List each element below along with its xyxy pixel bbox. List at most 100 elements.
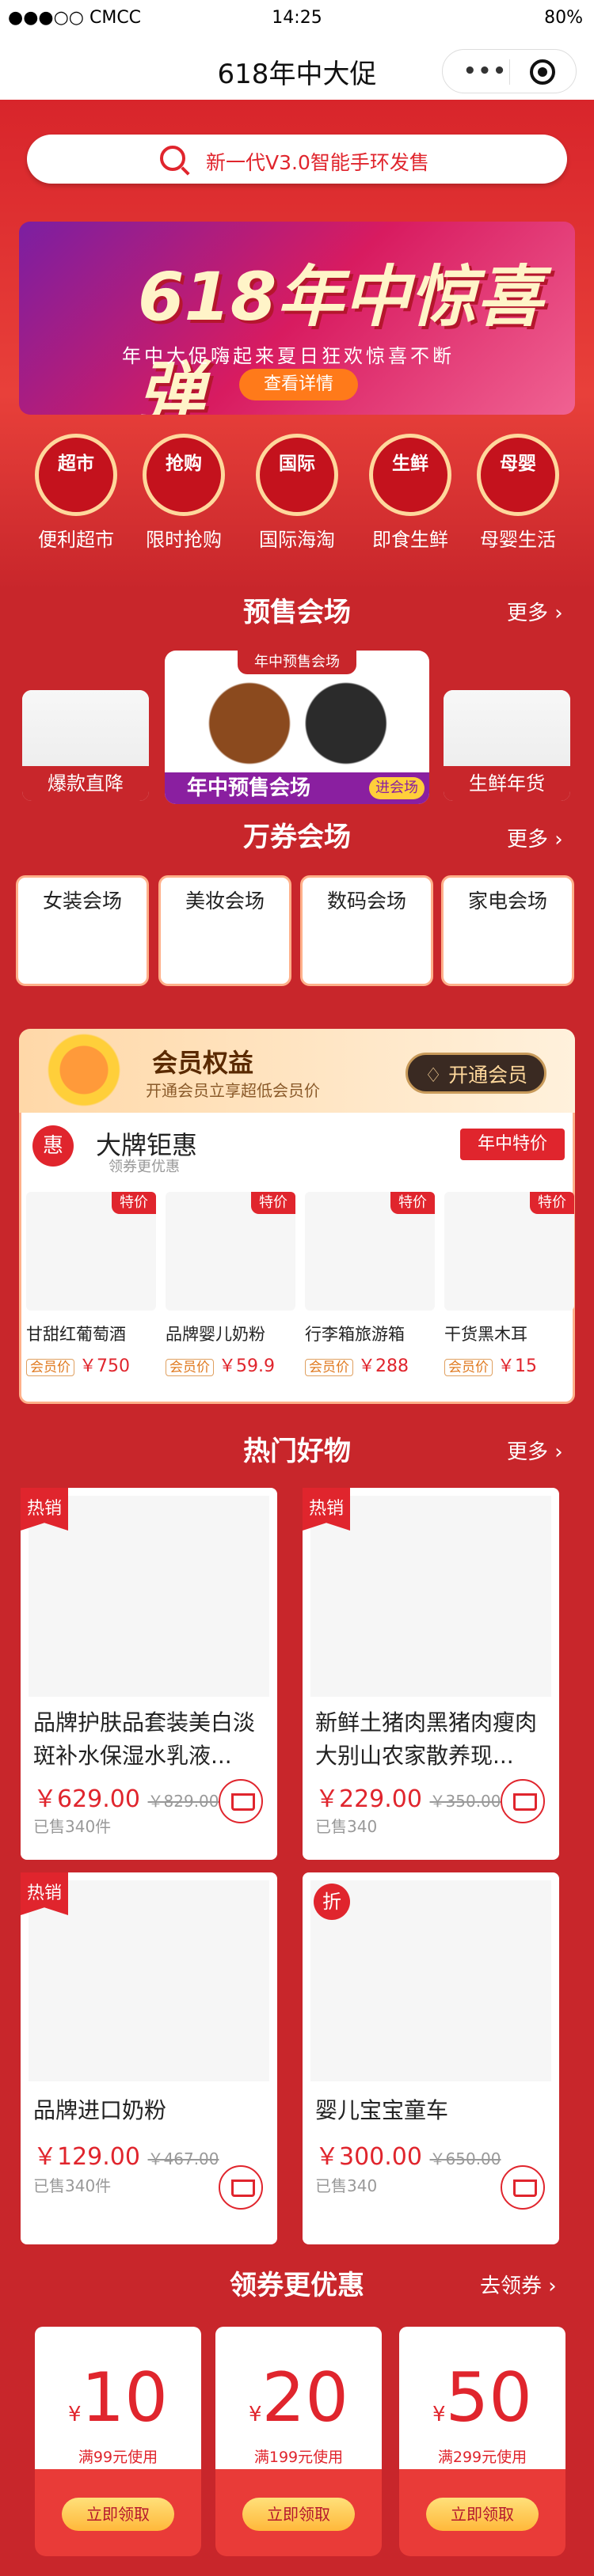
- brand-item-price: ￥59.9: [219, 1356, 275, 1376]
- sold-count: 已售340: [315, 1817, 378, 1836]
- supermarket-icon: 超市: [35, 434, 117, 516]
- brand-item[interactable]: 特价 品牌婴儿奶粉 会员价 ￥59.9: [166, 1192, 295, 1390]
- enter-venue-button[interactable]: 进会场: [369, 777, 425, 799]
- category-supermarket[interactable]: 超市 便利超市: [25, 434, 128, 552]
- original-price: ￥829.00: [147, 1792, 219, 1811]
- brand-item-price: ￥15: [497, 1356, 537, 1376]
- presale-hot-card[interactable]: 爆款直降: [22, 690, 149, 801]
- global-icon: 国际: [256, 434, 338, 516]
- category-label: 即食生鲜: [372, 529, 448, 551]
- cart-icon[interactable]: [501, 1779, 545, 1823]
- category-global[interactable]: 国际 国际海淘: [246, 434, 348, 552]
- currency-symbol: ¥: [68, 2403, 82, 2426]
- original-price: ￥467.00: [147, 2149, 219, 2168]
- product-price: ￥300.00: [315, 2143, 422, 2171]
- presale-fresh-label: 生鲜年货: [444, 766, 570, 801]
- presale-more-link[interactable]: 更多 ›: [507, 597, 563, 626]
- venue-digital[interactable]: 数码会场: [300, 875, 433, 986]
- venue-label: 美妆会场: [185, 890, 265, 912]
- mini-program-capsule: •••: [442, 49, 577, 93]
- sold-count: 已售340件: [33, 2176, 112, 2195]
- more-dots-icon[interactable]: •••: [463, 59, 508, 83]
- member-title: 会员权益: [152, 1048, 254, 1078]
- sold-count: 已售340: [315, 2176, 378, 2195]
- product-name: 新鲜土猪肉黑猪肉瘦肉大别山农家散养现...: [315, 1709, 538, 1769]
- banner-subtitle: 年中大促嗨起来夏日狂欢惊喜不断: [122, 345, 455, 367]
- coupon-condition: 满99元使用: [78, 2449, 158, 2466]
- coupon-value: 10: [81, 2358, 168, 2438]
- brand-item[interactable]: 特价 行李箱旅游箱 会员价 ￥288: [305, 1192, 435, 1390]
- category-label: 国际海淘: [259, 529, 335, 551]
- brand-item-price-row: 会员价 ￥288: [305, 1352, 435, 1377]
- cart-icon[interactable]: [501, 2165, 545, 2210]
- brand-item[interactable]: 特价 干货黑木耳 会员价 ￥15: [444, 1192, 574, 1390]
- brand-item-price: ￥288: [358, 1356, 409, 1376]
- cart-icon[interactable]: [219, 2165, 263, 2210]
- presale-title: 预售会场: [243, 597, 351, 628]
- currency-symbol: ¥: [432, 2403, 446, 2426]
- nav-bar: 618年中大促 •••: [0, 38, 594, 100]
- special-tag: 特价: [390, 1192, 435, 1214]
- original-price: ￥350.00: [429, 1792, 501, 1811]
- coupon-condition: 满199元使用: [253, 2449, 344, 2466]
- product-card[interactable]: 热销 品牌进口奶粉 ￥129.00 ￥467.00 已售340件: [21, 1872, 277, 2244]
- banner-detail-button[interactable]: 查看详情: [239, 369, 358, 400]
- brand-item[interactable]: 特价 甘甜红葡萄酒 会员价 ￥750: [26, 1192, 156, 1390]
- venue-label: 家电会场: [467, 890, 547, 912]
- brand-item-price-row: 会员价 ￥15: [444, 1352, 574, 1377]
- coupon-hall-more-link[interactable]: 更多 ›: [507, 823, 563, 852]
- brand-item-price-row: 会员价 ￥59.9: [166, 1352, 295, 1377]
- discount-icon: 惠: [32, 1125, 74, 1167]
- coupon-value: 20: [261, 2358, 348, 2438]
- product-card[interactable]: 折 婴儿宝宝童车 ￥300.00 ￥650.00 已售340: [303, 1872, 559, 2244]
- brand-item-name: 干货黑木耳: [444, 1325, 527, 1344]
- more-label: 更多: [507, 1440, 549, 1464]
- gift-icon: [35, 1032, 133, 1108]
- member-benefits: 会员权益 开通会员立享超低会员价 ♢ 开通会员: [19, 1029, 575, 1113]
- close-target-icon[interactable]: [530, 59, 555, 85]
- food-image: [181, 679, 410, 768]
- open-membership-label: 开通会员: [448, 1064, 528, 1087]
- product-price-row: ￥229.00 ￥350.00: [315, 1779, 501, 1814]
- promo-banner[interactable]: 618年中惊喜弹 年中大促嗨起来夏日狂欢惊喜不断 查看详情: [19, 222, 575, 415]
- special-tag: 特价: [112, 1192, 156, 1214]
- venue-womenswear[interactable]: 女装会场: [16, 875, 149, 986]
- product-price: ￥129.00: [33, 2143, 140, 2171]
- venue-beauty[interactable]: 美妆会场: [158, 875, 291, 986]
- search-bar[interactable]: 新一代V3.0智能手环发售: [27, 135, 567, 184]
- claim-coupon-button[interactable]: 立即领取: [242, 2498, 355, 2531]
- coupon-card: ¥20 满199元使用 立即领取: [215, 2327, 382, 2564]
- category-flash-sale[interactable]: 抢购 限时抢购: [132, 434, 235, 552]
- fresh-icon: 生鲜: [369, 434, 451, 516]
- cosmetics-image: [22, 690, 149, 766]
- member-price-badge: 会员价: [26, 1359, 74, 1376]
- coupon-hall-title: 万券会场: [243, 821, 351, 853]
- coupon-value-row: ¥10: [35, 2358, 201, 2454]
- product-price-row: ￥300.00 ￥650.00: [315, 2137, 501, 2172]
- original-price: ￥650.00: [429, 2149, 501, 2168]
- open-membership-button[interactable]: ♢ 开通会员: [406, 1053, 546, 1094]
- presale-center-card[interactable]: 年中预售会场 年中预售会场 进会场: [165, 651, 429, 804]
- brand-deals: 惠 大牌钜惠 领券更优惠 年中特价 特价 甘甜红葡萄酒 会员价 ￥750 特价 品…: [19, 1113, 575, 1404]
- sold-count: 已售340件: [33, 1817, 112, 1836]
- claim-coupon-button[interactable]: 立即领取: [426, 2498, 539, 2531]
- presale-fresh-card[interactable]: 生鲜年货: [444, 690, 570, 801]
- discount-tag: 折: [314, 1884, 350, 1920]
- coupon-condition: 满299元使用: [437, 2449, 527, 2466]
- more-label: 去领券: [480, 2274, 543, 2298]
- presale-hot-label: 爆款直降: [22, 766, 149, 801]
- product-card[interactable]: 热销 品牌护肤品套装美白淡斑补水保湿水乳液... ￥629.00 ￥829.00…: [21, 1488, 277, 1860]
- get-coupons-link[interactable]: 去领券 ›: [480, 2270, 557, 2299]
- hot-more-link[interactable]: 更多 ›: [507, 1436, 563, 1465]
- claim-coupon-button[interactable]: 立即领取: [62, 2498, 174, 2531]
- category-baby[interactable]: 母婴 母婴生活: [466, 434, 569, 552]
- more-label: 更多: [507, 828, 549, 852]
- venue-appliance[interactable]: 家电会场: [441, 875, 574, 986]
- category-fresh[interactable]: 生鲜 即食生鲜: [359, 434, 462, 552]
- cart-icon[interactable]: [219, 1779, 263, 1823]
- coupon-value-row: ¥50: [399, 2358, 565, 2454]
- product-card[interactable]: 热销 新鲜土猪肉黑猪肉瘦肉大别山农家散养现... ￥229.00 ￥350.00…: [303, 1488, 559, 1860]
- brand-item-price: ￥750: [79, 1356, 130, 1376]
- category-label: 限时抢购: [146, 529, 222, 551]
- product-price: ￥629.00: [33, 1785, 140, 1813]
